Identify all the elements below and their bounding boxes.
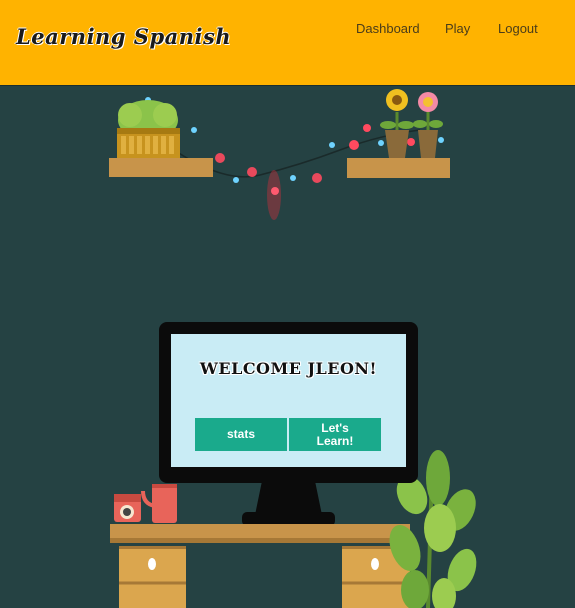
lets-learn-button[interactable]: Let's Learn!	[289, 418, 381, 451]
stats-button-label: stats	[226, 427, 255, 441]
flower-pots	[380, 89, 443, 158]
lets-learn-label: Let's Learn!	[316, 420, 354, 448]
camera-icon	[114, 494, 141, 522]
monitor: WELCOME JLEON! stats Let's Learn!	[159, 322, 418, 483]
monitor-screen: WELCOME JLEON! stats Let's Learn!	[171, 334, 406, 467]
right-shelf	[347, 158, 450, 178]
plant-basket	[117, 100, 180, 158]
room-illustration	[109, 89, 477, 608]
monitor-base	[242, 512, 335, 526]
desk	[110, 524, 410, 608]
monitor-stand	[255, 481, 322, 515]
mug-icon	[141, 484, 177, 523]
lets-learn-label-line1: Let's	[321, 420, 349, 435]
stats-button[interactable]: stats	[195, 418, 287, 451]
left-shelf	[109, 158, 213, 177]
lets-learn-label-line2: Learn!	[316, 433, 354, 448]
welcome-heading: WELCOME JLEON!	[199, 359, 378, 378]
